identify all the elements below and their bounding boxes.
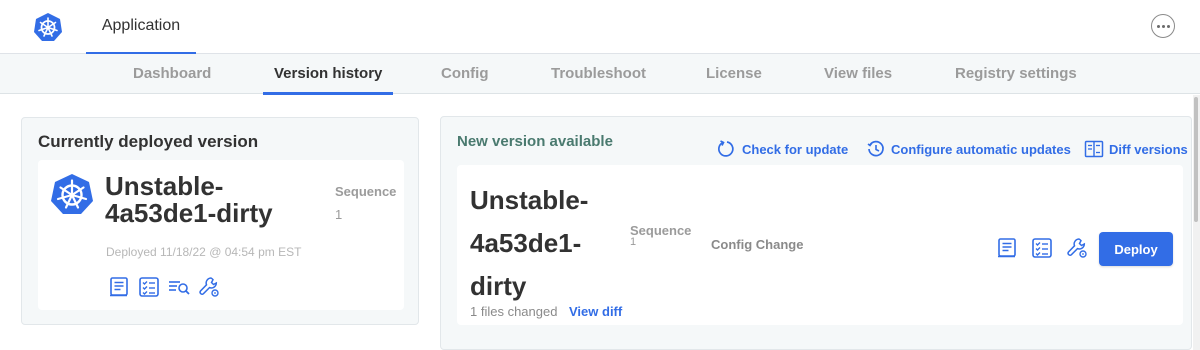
- refresh-icon: [717, 139, 737, 159]
- new-sequence-label: Sequence: [630, 223, 692, 238]
- edit-config-icon[interactable]: [197, 275, 221, 299]
- new-version-label: Unstable- 4a53de1- dirty: [470, 179, 610, 308]
- diff-versions-label: Diff versions: [1109, 141, 1188, 157]
- current-version-actions: [107, 275, 221, 299]
- app-logo-icon: [50, 172, 94, 216]
- edit-config-icon[interactable]: [1065, 236, 1089, 260]
- tab-version-history-label: Version history: [274, 65, 383, 82]
- files-changed-count: 1 files changed: [470, 304, 558, 319]
- more-options-icon[interactable]: [1151, 14, 1175, 38]
- current-version-details: Unstable- 4a53de1-dirty Sequence 1 Deplo…: [38, 160, 404, 310]
- current-version-label: Unstable- 4a53de1-dirty: [105, 173, 305, 227]
- diff-versions-button[interactable]: Diff versions: [1084, 139, 1188, 159]
- sub-navigation: Dashboard Version history Config Trouble…: [0, 54, 1200, 95]
- tab-dashboard-label: Dashboard: [133, 65, 212, 82]
- config-change-label: Config Change: [711, 237, 804, 252]
- current-version-line-1: Unstable-: [105, 171, 224, 201]
- release-notes-icon[interactable]: [107, 275, 131, 299]
- preflight-checklist-icon[interactable]: [1030, 236, 1054, 260]
- tab-config[interactable]: Config: [441, 54, 488, 94]
- tab-config-label: Config: [441, 65, 489, 82]
- new-version-line-1: Unstable-: [470, 185, 589, 215]
- tab-application[interactable]: Application: [86, 0, 196, 55]
- new-version-card: New version available Check for update C…: [440, 116, 1192, 350]
- view-logs-icon[interactable]: [167, 275, 191, 299]
- view-diff-link[interactable]: View diff: [569, 304, 622, 319]
- new-sequence-value: 1: [630, 236, 637, 248]
- tab-dashboard[interactable]: Dashboard: [133, 54, 211, 94]
- deploy-button[interactable]: Deploy: [1099, 232, 1173, 266]
- tab-troubleshoot[interactable]: Troubleshoot: [551, 54, 646, 94]
- configure-automatic-updates-button[interactable]: Configure automatic updates: [866, 139, 1071, 159]
- tab-registry-settings-label: Registry settings: [955, 65, 1077, 82]
- new-version-line-2: 4a53de1-: [470, 228, 582, 258]
- diff-versions-icon: [1084, 139, 1104, 159]
- kubernetes-helm-icon[interactable]: [33, 12, 63, 42]
- auto-update-clock-icon: [866, 139, 886, 159]
- tab-application-label: Application: [101, 17, 181, 34]
- release-notes-icon[interactable]: [995, 236, 1019, 260]
- current-version-line-2: 4a53de1-dirty: [105, 198, 273, 228]
- tab-troubleshoot-label: Troubleshoot: [551, 65, 646, 82]
- check-for-update-button[interactable]: Check for update: [717, 139, 848, 159]
- current-sequence-value: 1: [335, 207, 343, 222]
- tab-view-files[interactable]: View files: [824, 54, 892, 94]
- new-version-line-3: dirty: [470, 271, 527, 301]
- tab-view-files-label: View files: [824, 65, 893, 82]
- top-header: Application: [0, 0, 1200, 55]
- current-sequence-label: Sequence: [335, 184, 397, 199]
- new-version-actions: [995, 236, 1089, 260]
- current-version-card: Currently deployed version Unstable- 4a5…: [21, 117, 419, 325]
- tab-license-label: License: [706, 65, 762, 82]
- preflight-checklist-icon[interactable]: [137, 275, 161, 299]
- deployed-timestamp: Deployed 11/18/22 @ 04:54 pm EST: [106, 245, 302, 259]
- active-tab-underline: [263, 92, 394, 95]
- tab-registry-settings[interactable]: Registry settings: [955, 54, 1077, 94]
- page-scrollbar[interactable]: [1193, 95, 1200, 350]
- new-version-title: New version available: [457, 133, 613, 150]
- scrollbar-thumb[interactable]: [1194, 97, 1198, 222]
- tab-license[interactable]: License: [706, 54, 762, 94]
- current-version-title: Currently deployed version: [38, 132, 259, 151]
- new-version-details: Unstable- 4a53de1- dirty Sequence 1 Conf…: [457, 165, 1183, 325]
- configure-automatic-updates-label: Configure automatic updates: [891, 141, 1071, 157]
- tab-version-history[interactable]: Version history: [263, 54, 394, 95]
- check-for-update-label: Check for update: [742, 141, 849, 157]
